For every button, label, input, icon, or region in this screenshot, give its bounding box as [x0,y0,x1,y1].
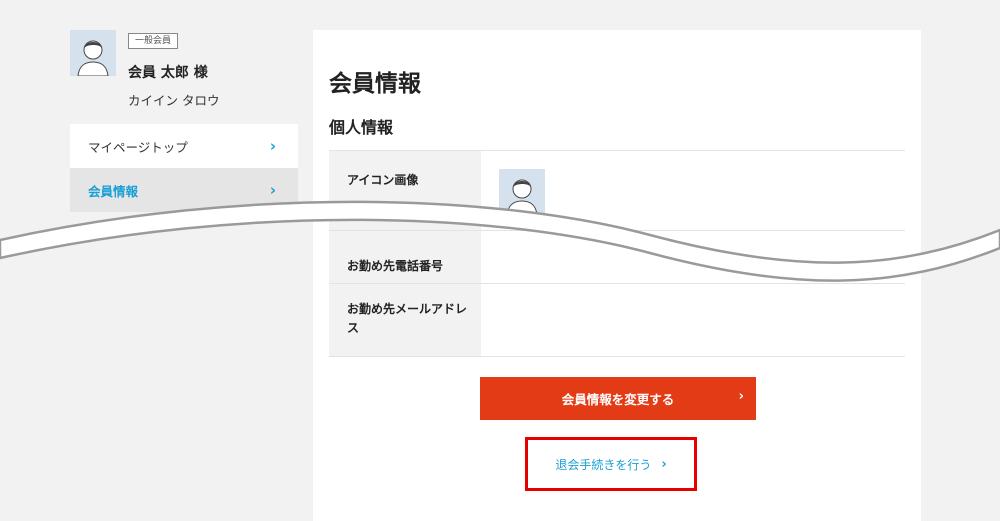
chevron-right-icon: › [269,137,276,155]
sidebar-nav: マイページトップ › 会員情報 › [70,124,298,212]
row-label-work-phone: お勤め先電話番号 [329,231,481,283]
member-name: 会員 太郎 様 [128,65,208,81]
avatar-person-icon [70,30,116,76]
section-title: 個人情報 [329,118,394,137]
sidebar-item-mypage-top[interactable]: マイページトップ › [70,124,298,168]
avatar [70,30,116,76]
row-value-icon-image [481,151,905,230]
row-label-icon-image: アイコン画像 [329,151,481,230]
chevron-right-icon: › [738,389,744,404]
main-panel: 会員情報 個人情報 アイコン画像 お勤め先電話番号 お勤め先メールアドレス 会員… [313,30,921,521]
member-profile: 一般会員 会員 太郎 様 カイイン タロウ [70,30,300,116]
chevron-right-icon: › [661,456,667,472]
withdraw-link[interactable]: 退会手続きを行う › [525,437,697,491]
row-value-work-phone [481,231,905,283]
row-value-work-email [481,284,905,356]
sidebar-item-label: マイページトップ [88,139,188,155]
avatar [499,169,545,215]
sidebar-item-member-info[interactable]: 会員情報 › [70,168,298,212]
personal-info-table: アイコン画像 お勤め先電話番号 お勤め先メールアドレス [329,150,905,357]
row-label-work-email: お勤め先メールアドレス [329,284,481,356]
table-row: お勤め先電話番号 [329,230,905,283]
table-row: アイコン画像 [329,150,905,230]
member-name-kana: カイイン タロウ [128,93,220,108]
edit-member-info-label: 会員情報を変更する [561,392,675,407]
table-row: お勤め先メールアドレス [329,283,905,357]
avatar-person-icon [499,169,545,215]
chevron-right-icon: › [269,181,276,199]
sidebar-item-label: 会員情報 [88,183,139,199]
withdraw-link-label: 退会手続きを行う [555,457,652,472]
page-title: 会員情報 [329,71,421,97]
member-rank-badge: 一般会員 [128,33,179,49]
edit-member-info-button[interactable]: 会員情報を変更する › [480,377,756,420]
